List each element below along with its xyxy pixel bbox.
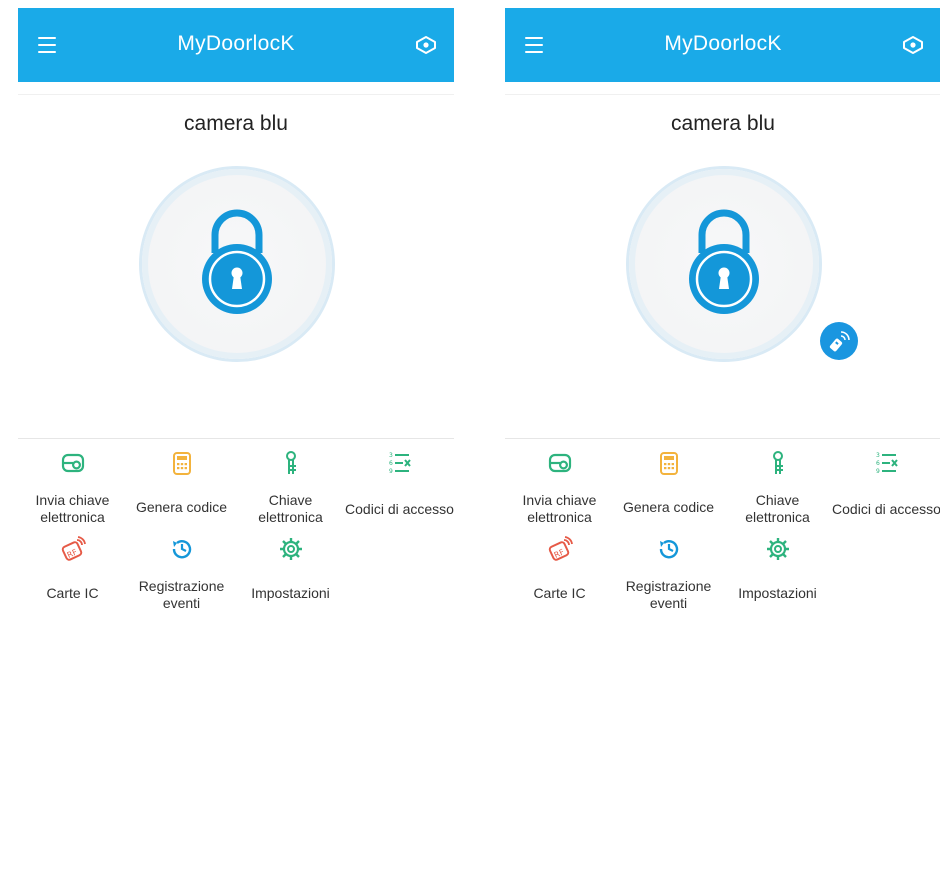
menu-item-label: Chiave elettronica [745,492,810,525]
eye-scan-icon[interactable] [901,34,925,56]
menu-item-send-ekey[interactable]: Invia chiave elettronica [505,450,614,536]
svg-text:6: 6 [389,460,393,467]
menu-item-label: Genera codice [135,498,228,515]
svg-text:RF: RF [66,547,79,560]
phone-screen-right: MyDoorlocK camera blu Invia chiave elett… [505,8,940,874]
history-icon [656,536,682,562]
header-divider [505,94,940,95]
app-header: MyDoorlocK [18,8,454,82]
menu-item-label: Chiave elettronica [258,492,323,525]
menu-item-label: Invia chiave elettronica [522,492,597,525]
header-divider [18,94,454,95]
svg-text:RF: RF [553,547,566,560]
unlock-button[interactable] [142,169,332,359]
menu-item-label: Impostazioni [251,584,330,601]
svg-text:3: 3 [876,452,880,459]
menu-divider [505,438,940,439]
remote-control-icon [829,331,850,352]
settings-gear-icon [278,536,304,562]
lock-name: camera blu [184,112,288,135]
menu-item-settings-gear[interactable]: Impostazioni [723,536,832,622]
padlock-icon [689,209,759,314]
menu-item-keypad-code[interactable]: Genera codice [127,450,236,536]
menu-item-passcodes[interactable]: 3 6 9 Codici di accesso [345,450,454,536]
unlock-button[interactable] [629,169,819,359]
ekeys-icon [765,450,791,476]
app-header: MyDoorlocK [505,8,940,82]
history-icon [169,536,195,562]
menu-item-label: Carte IC [533,584,586,601]
svg-text:9: 9 [389,468,393,475]
keypad-code-icon [656,450,682,476]
app-title: MyDoorlocK [177,32,295,55]
padlock-icon [202,209,272,314]
menu-item-label: Codici di accesso [345,500,454,517]
menu-item-label: Carte IC [46,584,99,601]
menu-item-label: Codici di accesso [832,500,940,517]
svg-text:3: 3 [389,452,393,459]
remote-control-button[interactable] [820,322,858,360]
send-ekey-icon [547,450,573,476]
ic-card-icon: RF [60,536,86,562]
lock-name: camera blu [671,112,775,135]
menu-item-label: Registrazione eventi [138,578,225,611]
settings-gear-icon [765,536,791,562]
svg-text:6: 6 [876,460,880,467]
passcodes-icon: 369 [874,450,900,476]
menu-item-label: Impostazioni [738,584,817,601]
menu-item-passcodes[interactable]: 3 6 9 Codici di accesso [832,450,940,536]
menu-item-label: Registrazione eventi [625,578,712,611]
menu-item-settings-gear[interactable]: Impostazioni [236,536,345,622]
app-title: MyDoorlocK [664,32,782,55]
eye-scan-icon[interactable] [414,34,438,56]
svg-text:9: 9 [876,468,880,475]
send-ekey-icon [60,450,86,476]
menu-item-ekeys[interactable]: Chiave elettronica [723,450,832,536]
menu-item-send-ekey[interactable]: Invia chiave elettronica [18,450,127,536]
menu-item-label: Genera codice [622,498,715,515]
menu-item-keypad-code[interactable]: Genera codice [614,450,723,536]
ic-card-icon: RF [547,536,573,562]
menu-divider [18,438,454,439]
menu-item-history[interactable]: Registrazione eventi [614,536,723,622]
ekeys-icon [278,450,304,476]
menu-item-history[interactable]: Registrazione eventi [127,536,236,622]
passcodes-icon: 369 [387,450,413,476]
menu-item-ic-card[interactable]: RF Carte IC [18,536,127,622]
menu-item-ekeys[interactable]: Chiave elettronica [236,450,345,536]
keypad-code-icon [169,450,195,476]
phone-screen-left: MyDoorlocK camera blu Invia chiave elett… [18,8,454,874]
menu-item-label: Invia chiave elettronica [35,492,110,525]
menu-item-ic-card[interactable]: RF Carte IC [505,536,614,622]
